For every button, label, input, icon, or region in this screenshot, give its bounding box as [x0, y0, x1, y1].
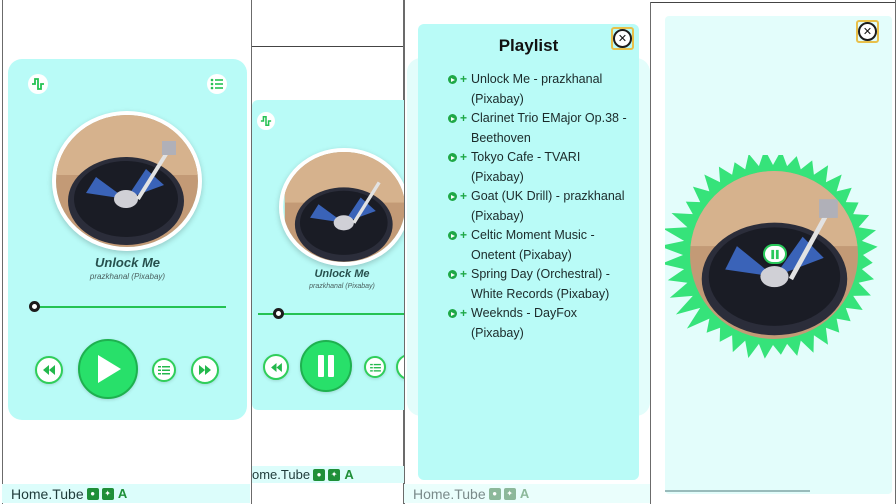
close-focus-ring: ✕: [611, 27, 634, 50]
playlist-item-label: Goat (UK Drill) - prazkhanal (Pixabay): [471, 189, 625, 223]
album-art: [52, 111, 202, 251]
github-icon[interactable]: ●: [313, 468, 326, 481]
queue-button[interactable]: [364, 356, 386, 378]
pause-button[interactable]: [763, 244, 787, 264]
playlist-icon[interactable]: [207, 74, 227, 94]
waveform-icon[interactable]: [257, 112, 275, 130]
add-icon[interactable]: +: [460, 304, 468, 324]
divider: [252, 46, 404, 47]
pane-player: Unlock Me prazkhanal (Pixabay) Home.Tube…: [0, 0, 252, 504]
close-icon[interactable]: ✕: [858, 22, 877, 41]
github-icon[interactable]: ●: [86, 487, 99, 500]
footer: Home.Tube ● ✦ A: [404, 484, 650, 503]
divider: [404, 0, 405, 504]
pause-button[interactable]: [300, 340, 352, 392]
audio-visualizer: [659, 149, 881, 371]
pane-player-small: Unlock Me prazkhanal (Pixabay) ome.Tube …: [252, 0, 404, 504]
twitter-icon[interactable]: ✦: [503, 487, 516, 500]
play-icon[interactable]: [448, 75, 457, 84]
playlist-heading: Playlist: [498, 36, 559, 55]
add-icon[interactable]: +: [460, 70, 468, 90]
seek-knob[interactable]: [273, 308, 284, 319]
play-icon[interactable]: [448, 270, 457, 279]
play-icon[interactable]: [448, 153, 457, 162]
play-icon[interactable]: [448, 231, 457, 240]
close-icon[interactable]: ✕: [613, 29, 632, 48]
brand-name[interactable]: Home.Tube: [413, 486, 486, 502]
brand-name[interactable]: ome.Tube: [252, 467, 310, 482]
track-artist: prazkhanal (Pixabay): [89, 272, 166, 281]
player-card: Unlock Me prazkhanal (Pixabay): [252, 100, 404, 410]
apps-icon[interactable]: A: [519, 487, 531, 500]
playlist-item-label: Celtic Moment Music - Onetent (Pixabay): [471, 228, 595, 262]
playlist-item[interactable]: + Unlock Me - prazkhanal (Pixabay): [448, 70, 628, 109]
playlist-item[interactable]: + Clarinet Trio EMajor Op.38 - Beethoven: [448, 109, 628, 148]
rewind-button[interactable]: [35, 356, 63, 384]
pane-playlist: Playlist ✕ + Unlock Me - prazkhanal (Pixa…: [404, 0, 650, 504]
playlist-item-label: Weeknds - DayFox (Pixabay): [471, 306, 578, 340]
playlist-item-label: Clarinet Trio EMajor Op.38 - Beethoven: [471, 111, 627, 145]
playlist-item[interactable]: + Weeknds - DayFox (Pixabay): [448, 304, 628, 343]
seek-bar[interactable]: [34, 306, 226, 308]
playlist-list: + Unlock Me - prazkhanal (Pixabay) + Clarin…: [448, 70, 628, 343]
footer: Home.Tube ● ✦ A: [2, 484, 250, 503]
add-icon[interactable]: +: [460, 226, 468, 246]
player-card: Unlock Me prazkhanal (Pixabay): [8, 59, 247, 420]
waveform-icon[interactable]: [28, 74, 48, 94]
fast-forward-button[interactable]: [191, 356, 219, 384]
github-icon[interactable]: ●: [488, 487, 501, 500]
footer: ome.Tube ● ✦ A: [252, 466, 404, 483]
apps-icon[interactable]: A: [117, 487, 129, 500]
add-icon[interactable]: +: [460, 109, 468, 129]
divider: [650, 2, 896, 3]
divider: [2, 0, 3, 504]
play-icon[interactable]: [448, 309, 457, 318]
playlist-item[interactable]: + Tokyo Cafe - TVARI (Pixabay): [448, 148, 628, 187]
seek-knob[interactable]: [29, 301, 40, 312]
scroll-indicator: [665, 490, 810, 492]
close-focus-ring: ✕: [856, 20, 879, 43]
twitter-icon[interactable]: ✦: [101, 487, 114, 500]
add-icon[interactable]: +: [460, 265, 468, 285]
play-icon[interactable]: [448, 192, 457, 201]
add-icon[interactable]: +: [460, 187, 468, 207]
playlist-item[interactable]: + Goat (UK Drill) - prazkhanal (Pixabay): [448, 187, 628, 226]
add-icon[interactable]: +: [460, 148, 468, 168]
playlist-item[interactable]: + Celtic Moment Music - Onetent (Pixabay): [448, 226, 628, 265]
rewind-button[interactable]: [263, 354, 289, 380]
album-art: [279, 148, 404, 266]
queue-button[interactable]: [152, 358, 176, 382]
track-artist: prazkhanal (Pixabay): [309, 283, 375, 290]
apps-icon[interactable]: A: [343, 468, 355, 481]
twitter-icon[interactable]: ✦: [328, 468, 341, 481]
divider: [650, 2, 651, 504]
play-button[interactable]: [78, 339, 138, 399]
track-title: Unlock Me: [314, 268, 370, 280]
playlist-panel: Playlist ✕ + Unlock Me - prazkhanal (Pixa…: [418, 24, 639, 480]
playlist-item[interactable]: + Spring Day (Orchestral) - White Records…: [448, 265, 628, 304]
brand-name[interactable]: Home.Tube: [11, 486, 84, 502]
track-title: Unlock Me: [94, 255, 160, 270]
playlist-item-label: Spring Day (Orchestral) - White Records …: [471, 267, 610, 301]
playlist-item-label: Tokyo Cafe - TVARI (Pixabay): [471, 150, 581, 184]
fast-forward-button[interactable]: [396, 354, 404, 380]
playlist-item-label: Unlock Me - prazkhanal (Pixabay): [471, 72, 603, 106]
play-icon[interactable]: [448, 114, 457, 123]
